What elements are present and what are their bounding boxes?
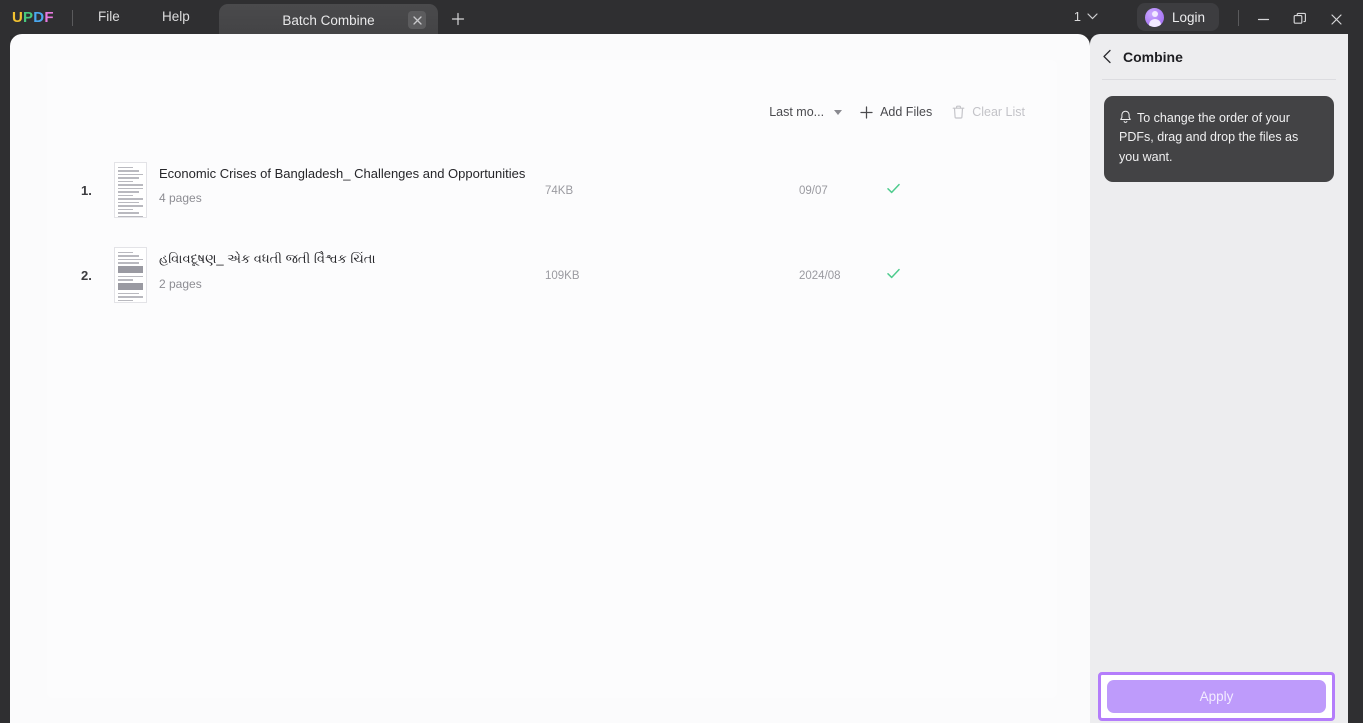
new-tab-button[interactable]: [449, 10, 467, 28]
close-icon: [1330, 13, 1342, 25]
logo-letter-d: D: [33, 9, 45, 26]
file-thumbnail: [114, 162, 147, 218]
file-page-count: 4 pages: [159, 191, 202, 205]
sidebar-divider: [1102, 79, 1336, 80]
zoom-level-control[interactable]: 1: [1074, 9, 1098, 24]
main-panel: Last mo... Add Files Clear List 1. Econo…: [10, 34, 1090, 723]
file-info: Economic Crises of Bangladesh_ Challenge…: [159, 166, 559, 205]
window-minimize-button[interactable]: [1251, 7, 1275, 31]
titlebar-divider: [72, 10, 73, 26]
file-size: 74KB: [545, 184, 574, 197]
plus-icon: [860, 105, 873, 119]
window-bottom-left-edge: [0, 664, 10, 723]
window-right-edge: [1348, 34, 1363, 723]
apply-button-label: Apply: [1199, 689, 1234, 704]
table-row[interactable]: 2. હવાિવદૂષણ_ એક વધતી જતી વૈિશ્વક ચિંતા …: [47, 233, 1057, 318]
file-date: 2024/08: [799, 269, 841, 282]
sort-dropdown-label: Last mo...: [769, 105, 825, 119]
reorder-hint-notice: To change the order of your PDFs, drag a…: [1104, 96, 1334, 183]
zoom-level-value: 1: [1073, 9, 1081, 24]
reorder-hint-text: To change the order of your PDFs, drag a…: [1119, 111, 1299, 164]
apply-highlight-frame: Apply: [1098, 672, 1335, 721]
file-date: 09/07: [799, 184, 828, 197]
chevron-down-icon: [834, 109, 843, 115]
table-row[interactable]: 1. Economic Crises of Bangladesh_ Challe…: [47, 148, 1057, 233]
chevron-left-icon[interactable]: [1102, 49, 1113, 64]
file-info: હવાિવદૂષણ_ એક વધતી જતી વૈિશ્વક ચિંતા 2 p…: [159, 251, 559, 291]
combine-sidebar: Combine To change the order of your PDFs…: [1090, 34, 1348, 723]
row-index: 2.: [81, 268, 92, 283]
close-icon: [412, 15, 422, 25]
sidebar-header: Combine: [1090, 34, 1348, 79]
clear-list-label: Clear List: [972, 105, 1025, 119]
window-restore-button[interactable]: [1288, 7, 1312, 31]
file-list-toolbar: Last mo... Add Files Clear List: [761, 100, 1035, 124]
bell-icon: [1120, 110, 1131, 123]
file-title: હવાિવદૂષણ_ એક વધતી જતી વૈિશ્વક ચિંતા: [159, 251, 376, 266]
window-close-button[interactable]: [1324, 7, 1348, 31]
tab-label: Batch Combine: [282, 12, 375, 28]
minimize-icon: [1257, 18, 1269, 20]
tab-batch-combine[interactable]: Batch Combine: [219, 4, 438, 36]
login-label: Login: [1172, 9, 1206, 25]
page-title: Combine: [1123, 48, 1183, 65]
clear-list-button[interactable]: Clear List: [942, 100, 1035, 124]
file-thumbnail: [114, 247, 147, 303]
check-icon: [887, 183, 900, 193]
updf-logo: U P D F: [12, 9, 54, 26]
logo-letter-p: P: [23, 9, 34, 26]
sort-dropdown[interactable]: Last mo...: [761, 100, 850, 124]
add-files-button[interactable]: Add Files: [850, 100, 942, 124]
trash-icon: [952, 105, 965, 119]
plus-icon: [451, 12, 465, 26]
title-bar: U P D F File Help Batch Combine 1 Login: [0, 0, 1363, 36]
status-badge: [885, 265, 902, 287]
logo-letter-u: U: [12, 9, 24, 26]
file-list-card: Last mo... Add Files Clear List 1. Econo…: [47, 60, 1057, 698]
row-index: 1.: [81, 183, 92, 198]
menu-help[interactable]: Help: [162, 9, 190, 24]
chevron-down-icon: [1087, 13, 1098, 20]
restore-icon: [1293, 12, 1306, 24]
login-button[interactable]: Login: [1137, 3, 1220, 31]
check-icon: [887, 268, 900, 278]
tab-close-button[interactable]: [408, 11, 426, 29]
menu-file[interactable]: File: [98, 9, 120, 24]
add-files-label: Add Files: [880, 105, 933, 119]
file-title: Economic Crises of Bangladesh_ Challenge…: [159, 166, 526, 181]
file-list: 1. Economic Crises of Bangladesh_ Challe…: [47, 148, 1057, 318]
status-badge: [885, 180, 902, 202]
apply-button[interactable]: Apply: [1107, 680, 1326, 713]
user-avatar-icon: [1145, 7, 1164, 27]
window-controls-divider: [1238, 10, 1239, 26]
logo-letter-f: F: [44, 9, 54, 26]
window-left-edge: [0, 34, 10, 723]
file-size: 109KB: [545, 269, 580, 282]
file-page-count: 2 pages: [159, 277, 202, 291]
